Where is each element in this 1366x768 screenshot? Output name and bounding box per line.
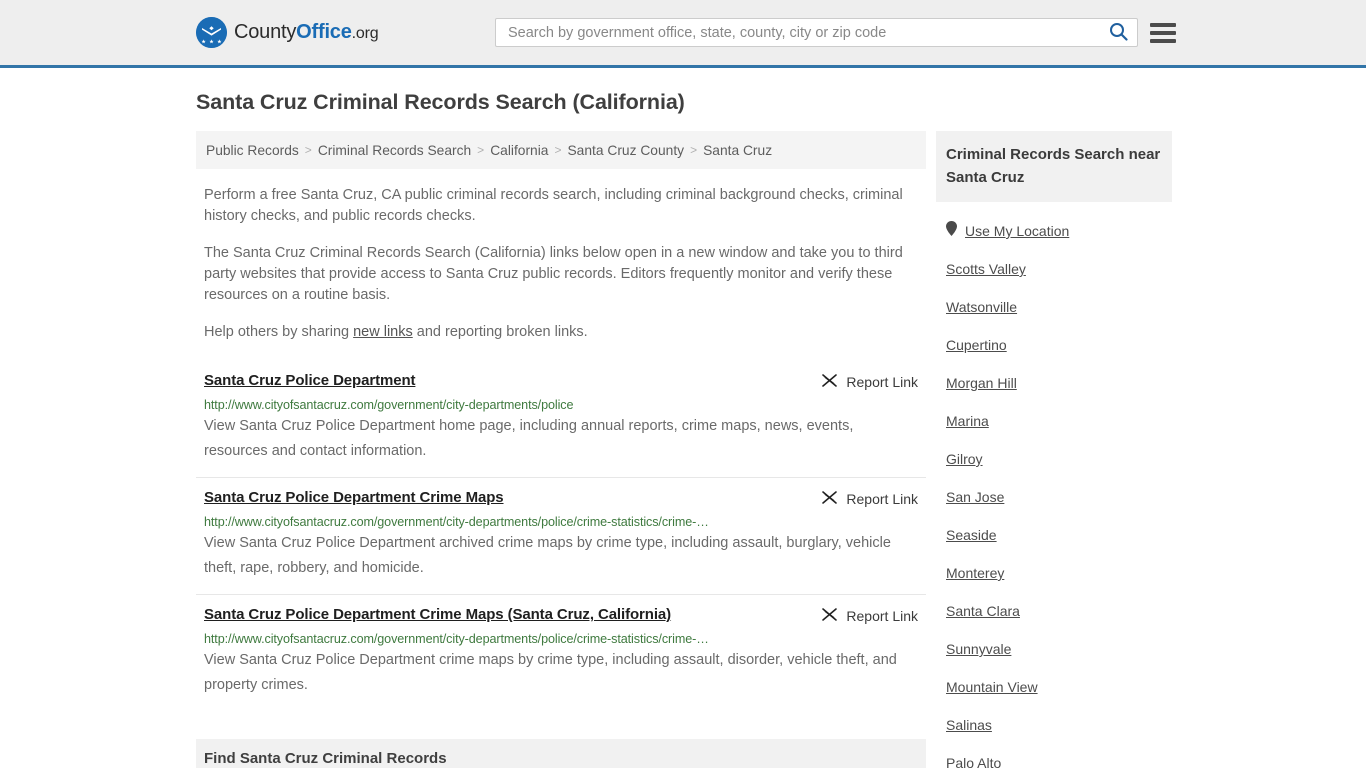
hamburger-menu-icon	[1150, 31, 1176, 35]
hamburger-menu-button[interactable]	[1150, 20, 1176, 46]
report-link-button[interactable]: Report Link	[821, 490, 918, 508]
new-links-link[interactable]: new links	[353, 324, 413, 340]
search-button[interactable]	[1099, 19, 1137, 46]
result-title-link[interactable]: Santa Cruz Police Department Crime Maps …	[204, 606, 671, 623]
results-list: Santa Cruz Police Department Report Link	[196, 361, 926, 711]
result-description: View Santa Cruz Police Department home p…	[204, 418, 854, 459]
report-link-label: Report Link	[846, 491, 918, 507]
breadcrumb-item-santa-cruz[interactable]: Santa Cruz	[703, 143, 772, 158]
site-logo-link[interactable]: CountyOffice.org	[196, 17, 379, 48]
result-description: View Santa Cruz Police Department archiv…	[204, 535, 891, 576]
list-item: Cupertino	[946, 337, 1172, 355]
intro-paragraph-3: Help others by sharing new links and rep…	[204, 322, 918, 343]
report-link-label: Report Link	[846, 374, 918, 390]
list-item: Watsonville	[946, 299, 1172, 317]
list-item: Mountain View	[946, 679, 1172, 697]
use-my-location-link[interactable]: Use My Location	[965, 223, 1069, 239]
sidebar-city-watsonville[interactable]: Watsonville	[946, 299, 1017, 315]
sidebar-city-scotts-valley[interactable]: Scotts Valley	[946, 261, 1026, 277]
result-url[interactable]: http://www.cityofsantacruz.com/governmen…	[204, 398, 918, 412]
intro-p3-after: and reporting broken links.	[412, 324, 588, 340]
result-description: View Santa Cruz Police Department crime …	[204, 652, 897, 693]
hamburger-menu-icon	[1150, 23, 1176, 27]
result-item: Santa Cruz Police Department Crime Maps …	[196, 477, 926, 594]
broken-link-icon	[821, 607, 838, 625]
find-records-heading: Find Santa Cruz Criminal Records	[196, 739, 926, 768]
sidebar-city-list: Use My Location Scotts Valley Watsonvill…	[936, 221, 1172, 768]
page-title: Santa Cruz Criminal Records Search (Cali…	[196, 90, 685, 114]
result-title-link[interactable]: Santa Cruz Police Department Crime Maps	[204, 489, 504, 506]
sidebar-city-seaside[interactable]: Seaside	[946, 527, 997, 543]
breadcrumb-separator-icon: >	[690, 143, 698, 157]
breadcrumb-item-public-records[interactable]: Public Records	[206, 143, 299, 158]
broken-link-icon	[821, 373, 838, 391]
report-link-button[interactable]: Report Link	[821, 373, 918, 391]
list-item: Use My Location	[946, 221, 1172, 241]
list-item: Scotts Valley	[946, 261, 1172, 279]
breadcrumb: Public Records > Criminal Records Search…	[196, 131, 926, 169]
find-records-section: Find Santa Cruz Criminal Records Santa C…	[196, 739, 926, 768]
breadcrumb-item-criminal-records-search[interactable]: Criminal Records Search	[318, 143, 471, 158]
content-columns: Public Records > Criminal Records Search…	[196, 131, 1172, 768]
search-input[interactable]	[496, 19, 1099, 46]
broken-link-icon	[821, 490, 838, 508]
list-item: Salinas	[946, 717, 1172, 735]
sidebar-heading: Criminal Records Search near Santa Cruz	[936, 131, 1172, 202]
main-column: Public Records > Criminal Records Search…	[196, 131, 926, 768]
sidebar-city-monterey[interactable]: Monterey	[946, 565, 1004, 581]
intro-p3-before: Help others by sharing	[204, 324, 354, 340]
report-link-label: Report Link	[846, 608, 918, 624]
report-link-button[interactable]: Report Link	[821, 607, 918, 625]
list-item: Palo Alto	[946, 755, 1172, 768]
list-item: San Jose	[946, 489, 1172, 507]
brand-part-tld: .org	[351, 25, 379, 42]
map-pin-icon	[946, 221, 957, 241]
sidebar: Criminal Records Search near Santa Cruz …	[936, 131, 1172, 768]
result-header: Santa Cruz Police Department Crime Maps …	[204, 606, 918, 625]
sidebar-city-gilroy[interactable]: Gilroy	[946, 451, 983, 467]
list-item: Santa Clara	[946, 603, 1172, 621]
sidebar-city-santa-clara[interactable]: Santa Clara	[946, 603, 1020, 619]
list-item: Sunnyvale	[946, 641, 1172, 659]
intro-text: Perform a free Santa Cruz, CA public cri…	[196, 185, 926, 343]
list-item: Monterey	[946, 565, 1172, 583]
search-bar[interactable]	[495, 18, 1138, 47]
breadcrumb-item-california[interactable]: California	[490, 143, 548, 158]
use-my-location-row: Use My Location	[946, 221, 1172, 241]
sidebar-city-morgan-hill[interactable]: Morgan Hill	[946, 375, 1017, 391]
breadcrumb-separator-icon: >	[554, 143, 562, 157]
list-item: Gilroy	[946, 451, 1172, 469]
eagle-shield-logo-icon	[196, 17, 227, 48]
brand-part-office: Office	[296, 21, 352, 43]
result-item: Santa Cruz Police Department Report Link	[196, 361, 926, 477]
intro-paragraph-1: Perform a free Santa Cruz, CA public cri…	[204, 187, 903, 224]
result-header: Santa Cruz Police Department Report Link	[204, 372, 918, 391]
sidebar-city-cupertino[interactable]: Cupertino	[946, 337, 1007, 353]
breadcrumb-separator-icon: >	[477, 143, 485, 157]
search-icon	[1109, 22, 1128, 44]
result-url[interactable]: http://www.cityofsantacruz.com/governmen…	[204, 515, 918, 529]
sidebar-city-salinas[interactable]: Salinas	[946, 717, 992, 733]
list-item: Seaside	[946, 527, 1172, 545]
page-container: Santa Cruz Criminal Records Search (Cali…	[0, 90, 1366, 768]
sidebar-city-marina[interactable]: Marina	[946, 413, 989, 429]
list-item: Morgan Hill	[946, 375, 1172, 393]
sidebar-city-san-jose[interactable]: San Jose	[946, 489, 1004, 505]
result-item: Santa Cruz Police Department Crime Maps …	[196, 594, 926, 711]
result-header: Santa Cruz Police Department Crime Maps …	[204, 489, 918, 508]
site-header: CountyOffice.org	[0, 0, 1366, 68]
brand-part-county: County	[234, 21, 297, 43]
breadcrumb-separator-icon: >	[304, 143, 312, 157]
hamburger-menu-icon	[1150, 39, 1176, 43]
breadcrumb-item-santa-cruz-county[interactable]: Santa Cruz County	[567, 143, 684, 158]
result-url[interactable]: http://www.cityofsantacruz.com/governmen…	[204, 632, 918, 646]
sidebar-city-sunnyvale[interactable]: Sunnyvale	[946, 641, 1011, 657]
result-title-link[interactable]: Santa Cruz Police Department	[204, 372, 416, 389]
sidebar-city-palo-alto[interactable]: Palo Alto	[946, 755, 1001, 768]
list-item: Marina	[946, 413, 1172, 431]
site-logo-text: CountyOffice.org	[234, 21, 379, 44]
intro-paragraph-2: The Santa Cruz Criminal Records Search (…	[204, 245, 903, 303]
sidebar-city-mountain-view[interactable]: Mountain View	[946, 679, 1038, 695]
